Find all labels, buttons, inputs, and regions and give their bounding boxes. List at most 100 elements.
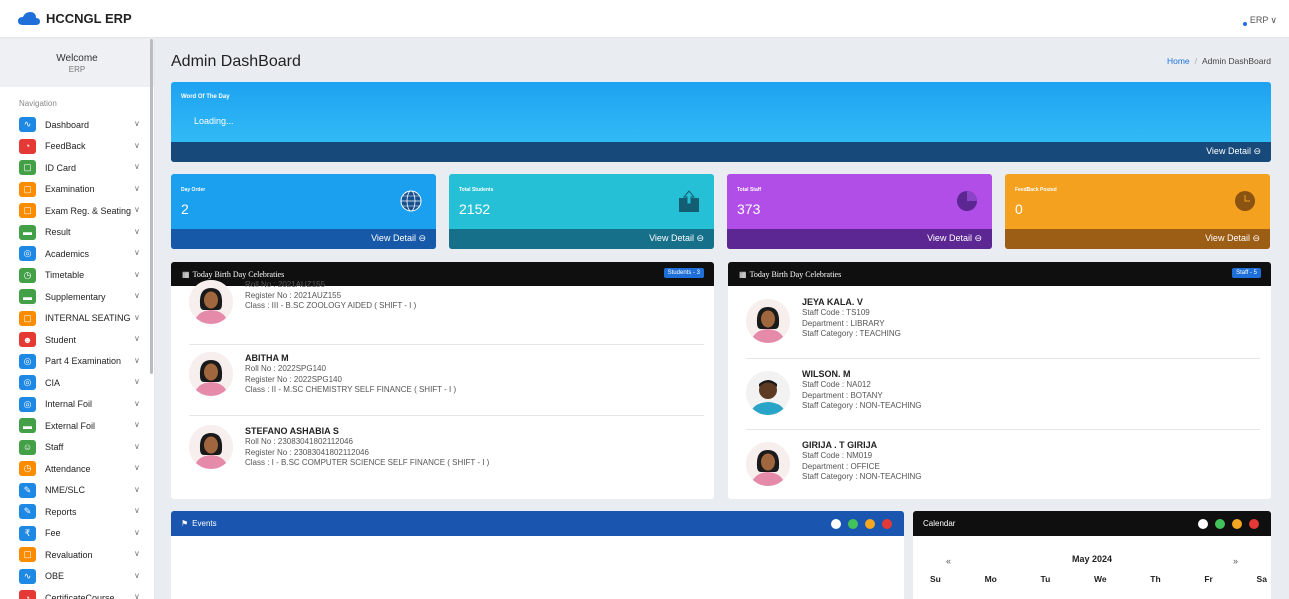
pulse-icon: ∿ [19, 117, 36, 133]
chevron-down-icon[interactable]: ∨ [134, 184, 140, 193]
globe-icon [400, 190, 422, 212]
avatar [746, 371, 790, 415]
weekday-label: Sa [1256, 574, 1267, 584]
events-controls [831, 519, 892, 529]
breadcrumb-current: Admin DashBoard [1202, 56, 1271, 66]
sidebar-item-id-card[interactable]: ▢ ID Card ∨ [0, 157, 154, 179]
chevron-down-icon[interactable]: ∨ [134, 227, 140, 236]
sidebar-item-staff[interactable]: ☺ Staff ∨ [0, 437, 154, 459]
chevron-down-icon[interactable]: ∨ [134, 420, 140, 429]
avatar [189, 280, 233, 324]
calendar-next-button[interactable]: » [1233, 556, 1238, 566]
sidebar-item-label: CertificateCourse [45, 592, 115, 599]
sidebar-item-revaluation[interactable]: ▢ Revaluation ∨ [0, 544, 154, 566]
chevron-down-icon[interactable]: ∨ [134, 291, 140, 300]
chevron-down-icon[interactable]: ∨ [134, 506, 140, 515]
person-name: ABITHA M [245, 353, 289, 363]
chevron-down-icon[interactable]: ∨ [134, 549, 140, 558]
sidebar-item-part-4-examination[interactable]: ◎ Part 4 Examination ∨ [0, 351, 154, 373]
sidebar-item-examination[interactable]: ▢ Examination ∨ [0, 179, 154, 201]
word-of-day-view-detail[interactable]: View Detail ⊖ [1206, 146, 1261, 157]
person-class: Class : II - M.SC CHEMISTRY SELF FINANCE… [245, 385, 457, 394]
sidebar-item-nme-slc[interactable]: ✎ NME/SLC ∨ [0, 480, 154, 502]
sidebar-item-student[interactable]: ☻ Student ∨ [0, 329, 154, 351]
id-card-icon: ▢ [19, 160, 36, 176]
collapse-icon[interactable] [1232, 519, 1242, 529]
chevron-down-icon[interactable]: ∨ [134, 377, 140, 386]
sidebar-item-exam-reg-seating[interactable]: ▢ Exam Reg. & Seating ∨ [0, 200, 154, 222]
refresh-icon[interactable] [848, 519, 858, 529]
word-of-day-label: Word Of The Day [181, 94, 230, 100]
sidebar-item-obe[interactable]: ∿ OBE ∨ [0, 566, 154, 588]
chevron-down-icon[interactable]: ∨ [134, 248, 140, 257]
breadcrumb-home[interactable]: Home [1167, 56, 1190, 66]
target-icon: ◎ [19, 375, 36, 391]
stat-card-total-staff: Total Staff 373 View Detail ⊖ [727, 174, 992, 249]
students-count-badge[interactable]: Students - 3 [663, 268, 704, 278]
sidebar-item-academics[interactable]: ◎ Academics ∨ [0, 243, 154, 265]
sidebar-item-result[interactable]: ▬ Result ∨ [0, 222, 154, 244]
chevron-down-icon[interactable]: ∨ [134, 463, 140, 472]
staff-count-badge[interactable]: Staff - 5 [1232, 268, 1261, 278]
chevron-down-icon[interactable]: ∨ [134, 162, 140, 171]
collapse-icon[interactable] [865, 519, 875, 529]
chevron-down-icon[interactable]: ∨ [134, 592, 140, 599]
calendar-controls [1198, 519, 1259, 529]
stat-view-detail[interactable]: View Detail ⊖ [927, 233, 982, 244]
book-icon: ▢ [19, 203, 36, 219]
avatar [746, 299, 790, 343]
staff-birthday-title: Today Birth Day Celebraties [749, 269, 842, 279]
sidebar-item-certificatecourse[interactable]: ◔ CertificateCourse ∨ [0, 587, 154, 599]
chevron-down-icon[interactable]: ∨ [134, 270, 140, 279]
person-name: WILSON. M [802, 369, 851, 379]
chevron-down-icon[interactable]: ∨ [134, 205, 140, 214]
person-register: Register No : 2021AUZ155 [245, 290, 342, 300]
sidebar-item-dashboard[interactable]: ∿ Dashboard ∨ [0, 114, 154, 136]
sidebar-item-internal-seating[interactable]: ▢ INTERNAL SEATING ∨ [0, 308, 154, 330]
user-menu-label: ERP [1249, 15, 1269, 25]
close-icon[interactable] [882, 519, 892, 529]
weekday-label: We [1093, 574, 1107, 584]
chevron-down-icon[interactable]: ∨ [134, 356, 140, 365]
sidebar-item-label: Result [45, 227, 71, 238]
expand-icon[interactable] [831, 519, 841, 529]
stat-card-day-order: Day Order 2 View Detail ⊖ [171, 174, 436, 249]
sidebar-item-timetable[interactable]: ◷ Timetable ∨ [0, 265, 154, 287]
sidebar-item-attendance[interactable]: ◷ Attendance ∨ [0, 458, 154, 480]
book-icon: ▢ [19, 310, 36, 326]
chevron-down-icon[interactable]: ∨ [134, 334, 140, 343]
student-birthday-card: ▦ Today Birth Day Celebraties Students -… [171, 262, 714, 499]
chevron-down-icon[interactable]: ∨ [134, 485, 140, 494]
sidebar-item-label: Exam Reg. & Seating [45, 205, 132, 216]
stat-label: Total Staff [737, 187, 762, 193]
stat-view-detail[interactable]: View Detail ⊖ [1205, 233, 1260, 244]
user-menu[interactable]: ERP ∨ [1242, 14, 1277, 26]
calendar-title: Calendar [923, 519, 956, 528]
chevron-down-icon[interactable]: ∨ [134, 141, 140, 150]
sidebar-item-internal-foil[interactable]: ◎ Internal Foil ∨ [0, 394, 154, 416]
sidebar-item-cia[interactable]: ◎ CIA ∨ [0, 372, 154, 394]
breadcrumb-sep: / [1194, 56, 1198, 66]
chevron-down-icon[interactable]: ∨ [134, 313, 140, 322]
refresh-icon[interactable] [1215, 519, 1225, 529]
brand[interactable]: HCCNGL ERP [0, 11, 132, 26]
sidebar-item-external-foil[interactable]: ▬ External Foil ∨ [0, 415, 154, 437]
sidebar-item-reports[interactable]: ✎ Reports ∨ [0, 501, 154, 523]
stat-view-detail[interactable]: View Detail ⊖ [371, 233, 426, 244]
sidebar-item-feedback[interactable]: ◔ FeedBack ∨ [0, 136, 154, 158]
sidebar-item-fee[interactable]: ₹ Fee ∨ [0, 523, 154, 545]
person-name: JEYA KALA. V [802, 297, 863, 307]
chevron-down-icon[interactable]: ∨ [134, 571, 140, 580]
sidebar-item-supplementary[interactable]: ▬ Supplementary ∨ [0, 286, 154, 308]
staff-code: Staff Code : TS109 [802, 308, 870, 317]
chevron-down-icon[interactable]: ∨ [134, 399, 140, 408]
sidebar-item-label: Student [45, 334, 77, 345]
target-icon: ◎ [19, 246, 36, 262]
stat-view-detail[interactable]: View Detail ⊖ [649, 233, 704, 244]
chevron-down-icon[interactable]: ∨ [134, 528, 140, 537]
chevron-down-icon[interactable]: ∨ [134, 119, 140, 128]
sidebar-item-label: INTERNAL SEATING [45, 313, 131, 324]
chevron-down-icon[interactable]: ∨ [134, 442, 140, 451]
close-icon[interactable] [1249, 519, 1259, 529]
expand-icon[interactable] [1198, 519, 1208, 529]
